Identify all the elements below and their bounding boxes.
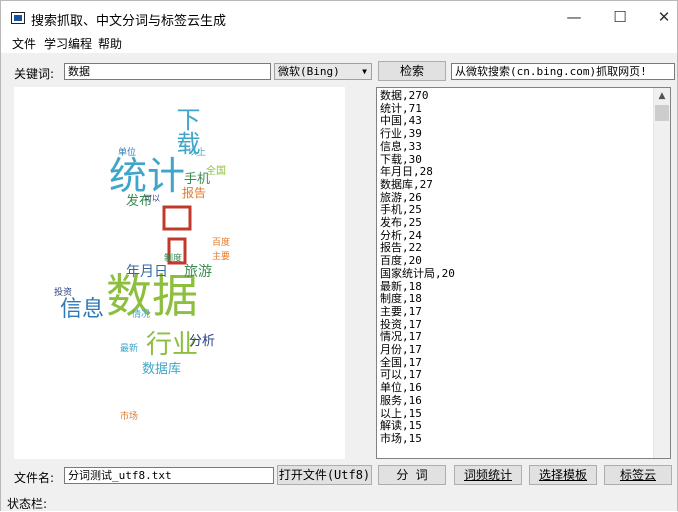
word-frequency-button[interactable]: 词频统计 xyxy=(454,465,522,485)
cloud-word-touzi: 投资 xyxy=(54,288,73,298)
tag-cloud-image: 数据 统计 行业 信息 下载 旅游 年月日 数据库 手机 发布 分析 报告 全国… xyxy=(14,87,345,459)
cloud-word-xinxi: 信息 xyxy=(60,297,105,322)
word-list-item[interactable]: 数据库,27 xyxy=(380,178,455,192)
status-bar: 状态栏: xyxy=(1,491,677,511)
select-template-button-label: 选择模板 xyxy=(538,468,587,482)
engine-select[interactable]: 微软(Bing) ▼ xyxy=(274,63,372,80)
title-bar: 搜索抓取、中文分词与标签云生成 — ☐ ✕ xyxy=(1,1,677,33)
word-list-item[interactable]: 数据,270 xyxy=(380,89,455,103)
cloud-word-tongji: 统计 xyxy=(109,154,186,198)
menu-bar: 文件 学习编程 帮助 xyxy=(1,33,677,53)
filename-label: 文件名: xyxy=(14,471,55,485)
word-list-item[interactable]: 主要,17 xyxy=(380,305,455,319)
cloud-word-qingkuang: 情况 xyxy=(132,310,151,320)
word-list-item[interactable]: 服务,16 xyxy=(380,394,455,408)
word-list-item[interactable]: 信息,33 xyxy=(380,140,455,154)
list-scrollbar[interactable]: ▲ xyxy=(653,88,670,458)
chevron-down-icon: ▼ xyxy=(362,67,367,76)
cloud-word-lvyou: 旅游 xyxy=(184,264,212,280)
word-list-item[interactable]: 月份,17 xyxy=(380,343,455,357)
search-button[interactable]: 检索 xyxy=(378,61,446,81)
keyword-label: 关键词: xyxy=(14,67,55,81)
word-frequency-button-label: 词频统计 xyxy=(463,468,512,482)
tag-cloud-button[interactable]: 标签云 xyxy=(604,465,672,485)
cloud-word-baogao: 报告 xyxy=(182,186,207,200)
cloud-word-zhidu: 制度 xyxy=(164,254,183,264)
cloud-word-zhuyao: 主要 xyxy=(212,252,231,262)
word-frequency-list-items: 数据,270 统计,71 中国,43 行业,39 信息,33 下载,30 年月日,28 数据库… xyxy=(380,89,455,446)
cloud-word-shichang: 市场 xyxy=(120,412,139,422)
cloud-word-zuixin: 最新 xyxy=(120,344,139,354)
app-window: 搜索抓取、中文分词与标签云生成 — ☐ ✕ 文件 学习编程 帮助 关键词: 数据… xyxy=(0,0,678,511)
cloud-red-box-1 xyxy=(162,205,192,231)
maximize-button[interactable]: ☐ xyxy=(605,7,635,27)
scrollbar-thumb[interactable] xyxy=(655,105,669,121)
cloud-word-quanguo: 全国 xyxy=(206,166,226,177)
word-list-item[interactable]: 国家统计局,20 xyxy=(380,267,455,281)
word-frequency-list[interactable]: 数据,270 统计,71 中国,43 行业,39 信息,33 下载,30 年月日,28 数据库… xyxy=(376,87,671,459)
open-file-button[interactable]: 打开文件(Utf8) xyxy=(277,465,372,485)
select-template-button[interactable]: 选择模板 xyxy=(529,465,597,485)
menu-file[interactable]: 文件 xyxy=(12,35,36,52)
cloud-word-fenxi: 分析 xyxy=(189,334,216,349)
menu-help[interactable]: 帮助 xyxy=(98,35,122,52)
segment-button[interactable]: 分 词 xyxy=(378,465,446,485)
engine-select-value: 微软(Bing) xyxy=(278,65,340,78)
minimize-button[interactable]: — xyxy=(559,7,589,27)
cloud-word-yishang: 以上 xyxy=(188,148,207,158)
word-list-item[interactable]: 市场,15 xyxy=(380,432,455,446)
cloud-word-baidu: 百度 xyxy=(212,238,231,248)
tag-cloud-button-label: 标签云 xyxy=(619,468,656,482)
menu-learn-programming[interactable]: 学习编程 xyxy=(44,35,92,52)
cloud-word-shujuku: 数据库 xyxy=(142,362,182,377)
cloud-word-keyi: 可以 xyxy=(144,194,160,203)
scroll-up-icon[interactable]: ▲ xyxy=(654,88,670,104)
word-list-item[interactable]: 发布,25 xyxy=(380,216,455,230)
window-title: 搜索抓取、中文分词与标签云生成 xyxy=(31,14,227,29)
cloud-word-danwei: 单位 xyxy=(118,148,137,158)
status-bar-label: 状态栏: xyxy=(7,497,48,511)
filename-input[interactable]: 分词测试_utf8.txt xyxy=(64,467,274,484)
word-list-item[interactable]: 百度,20 xyxy=(380,254,455,268)
app-icon xyxy=(11,12,25,24)
search-status-field[interactable]: 从微软搜索(cn.bing.com)抓取网页! xyxy=(451,63,675,80)
cloud-word-nianyueri: 年月日 xyxy=(126,264,168,280)
word-list-item[interactable]: 单位,16 xyxy=(380,381,455,395)
close-button[interactable]: ✕ xyxy=(649,7,678,27)
keyword-input[interactable]: 数据 xyxy=(64,63,271,80)
word-list-item[interactable]: 行业,39 xyxy=(380,127,455,141)
